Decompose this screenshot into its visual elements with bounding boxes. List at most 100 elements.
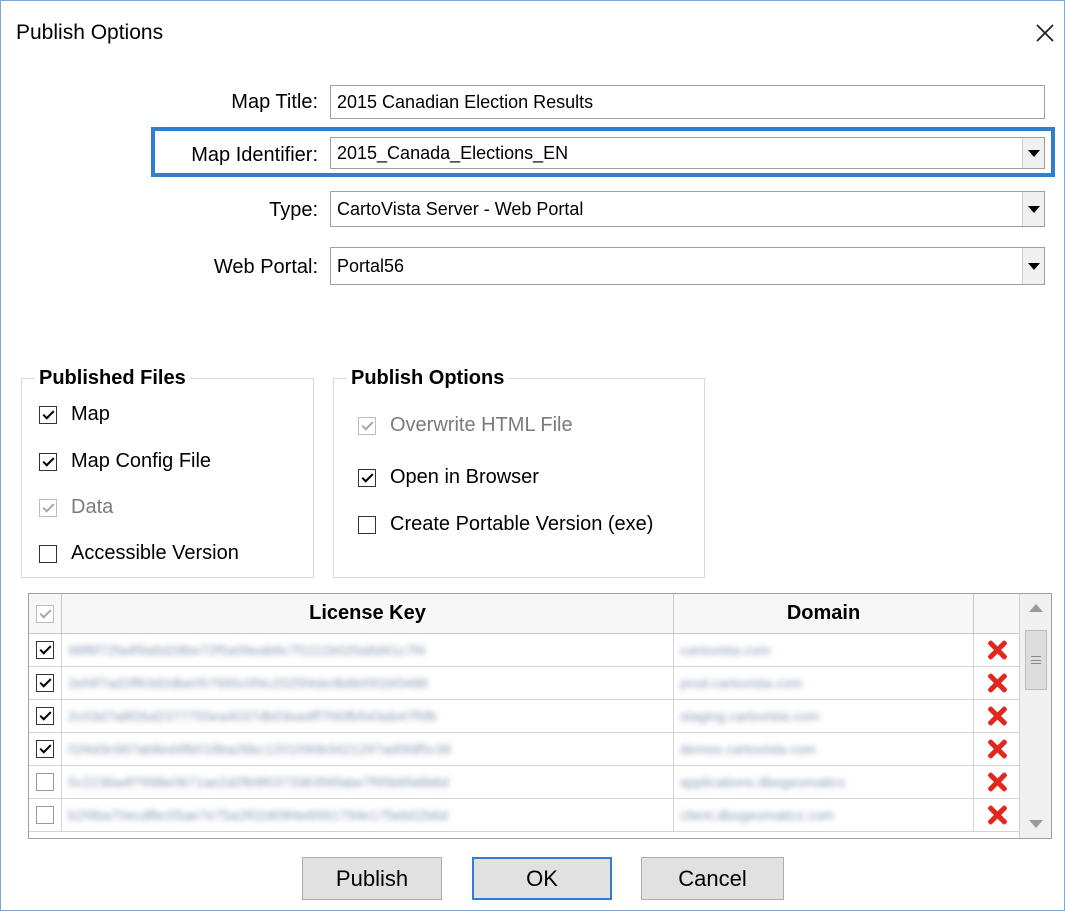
published-file-map-config[interactable]: Map Config File — [39, 450, 211, 473]
row-checkbox[interactable] — [36, 707, 54, 725]
checkbox[interactable] — [358, 515, 376, 534]
license-key-cell[interactable]: f1f4d3c987ab8ed4fb018ba26bc1201090b34212… — [62, 733, 674, 765]
map-title-label: Map Title: — [231, 91, 318, 113]
check-icon — [41, 407, 55, 420]
published-file-accessible[interactable]: Accessible Version — [39, 542, 239, 565]
row-select-cell — [29, 634, 62, 666]
remove-row-button[interactable] — [974, 700, 1019, 732]
row-checkbox[interactable] — [36, 641, 54, 659]
domain-cell[interactable]: demos.cartovista.com — [674, 733, 974, 765]
checkbox-label: Overwrite HTML File — [390, 414, 573, 436]
license-key-text: 2c03d7a8f2bd2377755ea4037db03ea4ff7f40fb… — [68, 708, 437, 724]
license-key-cell[interactable]: 2ef4f7ad1ff63d2dbe057995c0f4c2025f4de3b6… — [62, 667, 674, 699]
remove-x-icon — [986, 804, 1008, 826]
table-row[interactable]: f1f4d3c987ab8ed4fb018ba26bc1201090b34212… — [29, 733, 1019, 766]
published-files-title: Published Files — [35, 367, 190, 390]
check-icon — [38, 642, 52, 655]
map-identifier-dropdown-button[interactable] — [1022, 138, 1044, 168]
type-value: CartoVista Server - Web Portal — [337, 198, 584, 219]
type-combo[interactable]: CartoVista Server - Web Portal — [330, 191, 1045, 227]
column-header-domain[interactable]: Domain — [674, 594, 974, 633]
option-overwrite-html: Overwrite HTML File — [358, 414, 573, 437]
check-icon — [38, 675, 52, 688]
domain-text: staging.cartovista.com — [680, 708, 820, 724]
grip-icon — [1031, 656, 1041, 664]
column-header-remove — [974, 594, 1019, 633]
scroll-down-button[interactable] — [1020, 810, 1051, 838]
web-portal-label: Web Portal: — [213, 256, 318, 278]
dialog-title: Publish Options — [16, 21, 164, 44]
checkbox-label: Open in Browser — [390, 466, 539, 488]
map-identifier-combo[interactable]: 2015_Canada_Elections_EN — [330, 137, 1045, 169]
web-portal-combo[interactable]: Portal56 — [330, 247, 1045, 285]
table-row[interactable]: 2c03d7a8f2bd2377755ea4037db03ea4ff7f40fb… — [29, 700, 1019, 733]
map-title-input[interactable]: 2015 Canadian Election Results — [330, 85, 1045, 119]
row-select-cell — [29, 733, 62, 765]
cancel-button[interactable]: Cancel — [641, 857, 784, 900]
remove-x-icon — [986, 639, 1008, 661]
license-key-cell[interactable]: b2f4ba70ecdfbc05ae7e75a2f02d09f4e6561794… — [62, 799, 674, 831]
published-file-data: Data — [39, 496, 113, 519]
row-checkbox[interactable] — [36, 674, 54, 692]
license-key-cell[interactable]: 5c2236a4f7998e0671ae2d2fb9f037336356fabe… — [62, 766, 674, 798]
domain-text: demos.cartovista.com — [680, 741, 817, 757]
select-all-checkbox — [36, 604, 54, 623]
remove-row-button[interactable] — [974, 634, 1019, 666]
domain-cell[interactable]: applications.dbogeomatics — [674, 766, 974, 798]
table-row[interactable]: 5c2236a4f7998e0671ae2d2fb9f037336356fabe… — [29, 766, 1019, 799]
license-key-cell[interactable]: 2c03d7a8f2bd2377755ea4037db03ea4ff7f40fb… — [62, 700, 674, 732]
ok-button[interactable]: OK — [472, 857, 612, 900]
option-open-in-browser[interactable]: Open in Browser — [358, 466, 539, 489]
remove-row-button[interactable] — [974, 667, 1019, 699]
remove-row-button[interactable] — [974, 799, 1019, 831]
checkbox-label: Map Config File — [71, 450, 212, 472]
table-row[interactable]: 98f6f72fa4f9a6d28be72f5a09eab6c7f1111b02… — [29, 634, 1019, 667]
checkbox-label: Accessible Version — [71, 542, 239, 564]
remove-row-button[interactable] — [974, 733, 1019, 765]
domain-cell[interactable]: cartovista.com — [674, 634, 974, 666]
chevron-down-icon — [1027, 205, 1040, 213]
checkbox[interactable] — [39, 452, 57, 471]
publish-options-dialog: Publish Options Map Title: 2015 Canadian… — [0, 0, 1065, 911]
table-row[interactable]: 2ef4f7ad1ff63d2dbe057995c0f4c2025f4de3b6… — [29, 667, 1019, 700]
checkbox-label: Create Portable Version (exe) — [390, 513, 654, 535]
license-key-cell[interactable]: 98f6f72fa4f9a6d28be72f5a09eab6c7f1111b02… — [62, 634, 674, 666]
remove-x-icon — [986, 738, 1008, 760]
type-dropdown-button[interactable] — [1022, 192, 1044, 226]
checkbox — [358, 416, 376, 435]
row-select-cell — [29, 766, 62, 798]
option-create-portable[interactable]: Create Portable Version (exe) — [358, 513, 653, 536]
row-select-cell — [29, 799, 62, 831]
table-row[interactable]: b2f4ba70ecdfbc05ae7e75a2f02d09f4e6561794… — [29, 799, 1019, 832]
checkbox[interactable] — [39, 405, 57, 424]
row-checkbox[interactable] — [36, 740, 54, 758]
published-file-map[interactable]: Map — [39, 403, 110, 426]
remove-x-icon — [986, 705, 1008, 727]
domain-cell[interactable]: staging.cartovista.com — [674, 700, 974, 732]
scroll-thumb[interactable] — [1025, 630, 1047, 690]
checkbox — [39, 498, 57, 517]
chevron-down-icon — [1027, 262, 1040, 270]
row-checkbox[interactable] — [36, 806, 54, 824]
row-select-cell — [29, 700, 62, 732]
scroll-up-button[interactable] — [1020, 594, 1051, 622]
check-icon — [38, 741, 52, 754]
close-button[interactable] — [1025, 13, 1065, 53]
domain-cell[interactable]: client.dbogeomatics.com — [674, 799, 974, 831]
row-checkbox[interactable] — [36, 773, 54, 791]
table-header: License Key Domain — [29, 594, 1019, 634]
checkbox[interactable] — [39, 544, 57, 563]
checkbox-label: Map — [71, 403, 110, 425]
checkbox[interactable] — [358, 468, 376, 487]
column-header-license-key[interactable]: License Key — [62, 594, 674, 633]
vertical-scrollbar[interactable] — [1019, 594, 1051, 838]
type-label: Type: — [269, 199, 318, 221]
domain-text: applications.dbogeomatics — [680, 774, 845, 790]
domain-cell[interactable]: prod.cartovista.com — [674, 667, 974, 699]
publish-button[interactable]: Publish — [302, 857, 442, 900]
check-icon — [41, 454, 55, 467]
remove-x-icon — [986, 771, 1008, 793]
web-portal-dropdown-button[interactable] — [1022, 248, 1044, 284]
chevron-down-icon — [1027, 149, 1040, 157]
remove-row-button[interactable] — [974, 766, 1019, 798]
